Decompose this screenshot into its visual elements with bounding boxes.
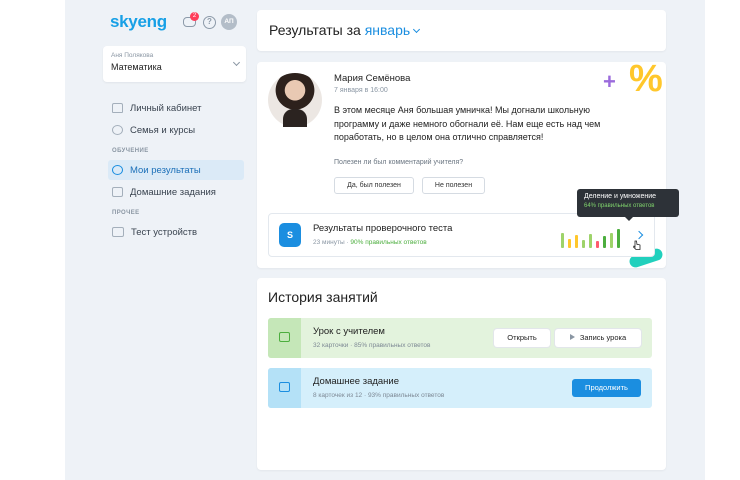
sidebar-item-homework[interactable]: Домашние задания [108, 182, 244, 202]
test-score: 90% правильных ответов [350, 239, 427, 246]
lesson-title: Домашнее задание [313, 376, 400, 387]
open-button[interactable]: Открыть [494, 329, 550, 347]
test-subtitle: 23 минуты · 90% правильных ответов [313, 239, 427, 246]
results-header: Результаты за январь [257, 10, 666, 51]
plus-decoration-icon: + [603, 69, 616, 94]
topic-bar[interactable] [596, 241, 599, 248]
continue-button[interactable]: Продолжить [572, 379, 641, 397]
topic-bar[interactable] [589, 234, 592, 248]
sidebar-item-label: Личный кабинет [130, 102, 202, 114]
teacher-feedback-card: Мария Семёнова 7 января в 16:00 В этом м… [257, 62, 666, 268]
sidebar-item-label: Мои результаты [130, 164, 201, 176]
hand-cursor-icon [633, 240, 641, 250]
tooltip-title: Деление и умножение [584, 193, 657, 200]
home-icon [112, 103, 123, 113]
topic-bar[interactable] [582, 240, 585, 248]
sidebar-nav: Личный кабинет Семья и курсы ОБУЧЕНИЕ Мо… [108, 98, 244, 244]
header-icons: 2 ? АП [182, 12, 237, 30]
test-icon: S [279, 223, 301, 247]
lesson-row-teacher[interactable]: Урок с учителем 32 карточки · 85% правил… [268, 318, 652, 358]
sidebar-item-family[interactable]: Семья и курсы [108, 120, 244, 140]
play-icon [569, 334, 575, 340]
topic-bar[interactable] [575, 235, 578, 248]
feedback-date: 7 января в 16:00 [334, 87, 388, 94]
results-title: Результаты за [269, 22, 361, 38]
teacher-photo [268, 73, 322, 127]
topic-bar[interactable] [617, 229, 620, 248]
chevron-down-icon[interactable] [413, 25, 421, 34]
sidebar-item-label: Тест устройств [131, 226, 198, 238]
topic-bar[interactable] [603, 236, 606, 248]
sidebar-item-device-test[interactable]: Тест устройств [108, 222, 244, 242]
useful-yes-button[interactable]: Да, был полезен [334, 177, 414, 194]
briefcase-icon [279, 382, 290, 392]
results-icon [112, 165, 123, 175]
sidebar-item-label: Семья и курсы [130, 124, 196, 136]
lesson-row-homework[interactable]: Домашнее задание 8 карточек из 12 · 93% … [268, 368, 652, 408]
lesson-title: Урок с учителем [313, 326, 385, 337]
topic-bars [561, 228, 621, 248]
lesson-history-card: История занятий Урок с учителем 32 карто… [257, 278, 666, 470]
help-icon[interactable]: ? [203, 15, 216, 29]
month-dropdown[interactable]: январь [365, 22, 410, 38]
family-icon [112, 125, 123, 135]
lesson-subtitle: 32 карточки · 85% правильных ответов [313, 342, 431, 349]
camera-icon [112, 227, 124, 237]
student-name: Аня Полякова [111, 52, 154, 59]
avatar[interactable]: АП [221, 14, 237, 30]
recording-label: Запись урока [579, 333, 627, 342]
tooltip-arrow [625, 217, 633, 221]
student-subject: Математика [111, 62, 162, 72]
bar-tooltip: Деление и умножение 64% правильных ответ… [577, 189, 679, 221]
test-results-row[interactable]: S Результаты проверочного теста 23 минут… [268, 213, 655, 257]
topic-bar[interactable] [568, 239, 571, 248]
chat-badge: 2 [190, 12, 199, 21]
app-window: skyeng 2 ? АП Аня Полякова Математика Ли… [65, 0, 705, 480]
tooltip-subtitle: 64% правильных ответов [584, 203, 655, 209]
book-icon-block [268, 318, 301, 358]
sidebar-item-results[interactable]: Мои результаты [108, 160, 244, 180]
sidebar: skyeng 2 ? АП Аня Полякова Математика Ли… [65, 0, 257, 480]
briefcase-icon-block [268, 368, 301, 408]
sidebar-section-learning: ОБУЧЕНИЕ [112, 148, 149, 154]
test-title: Результаты проверочного теста [313, 223, 453, 234]
skyeng-logo[interactable]: skyeng [110, 12, 167, 32]
percent-decoration-icon: % [629, 62, 663, 100]
topic-bar[interactable] [561, 233, 564, 248]
sidebar-item-dashboard[interactable]: Личный кабинет [108, 98, 244, 118]
teacher-comment: В этом месяце Аня большая умничка! Мы до… [334, 105, 601, 142]
teacher-photo-body [283, 109, 307, 127]
teacher-name: Мария Семёнова [334, 73, 411, 84]
test-duration: 23 минуты [313, 239, 345, 246]
book-icon [279, 332, 290, 342]
feedback-question: Полезен ли был комментарий учителя? [334, 159, 464, 166]
lesson-subtitle: 8 карточек из 12 · 93% правильных ответо… [313, 392, 445, 399]
chevron-right-icon[interactable] [634, 230, 644, 240]
student-selector[interactable]: Аня Полякова Математика [103, 46, 246, 82]
sidebar-item-label: Домашние задания [130, 186, 216, 198]
sidebar-section-other: ПРОЧЕЕ [112, 210, 140, 216]
history-title: История занятий [268, 289, 378, 305]
useful-no-button[interactable]: Не полезен [422, 177, 485, 194]
homework-icon [112, 187, 123, 197]
lesson-recording-button[interactable]: Запись урока [555, 329, 641, 347]
chat-icon[interactable]: 2 [182, 12, 199, 30]
topic-bar[interactable] [610, 233, 613, 248]
